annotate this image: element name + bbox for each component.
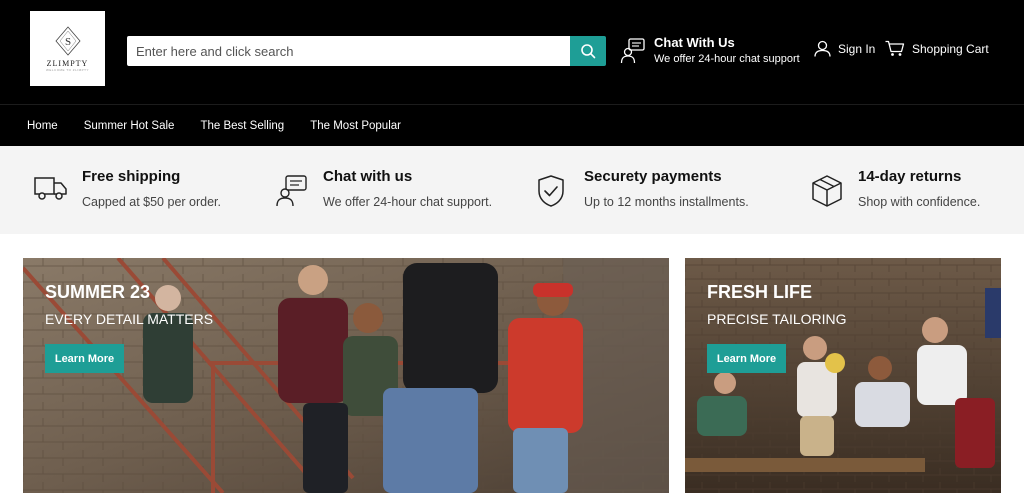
- logo-emblem-icon: S: [54, 25, 81, 56]
- shield-check-icon: [538, 175, 564, 207]
- brand-logo[interactable]: S ZLIMPTY WELCOME TO ZLIMPTY: [30, 11, 105, 86]
- cart-icon: [885, 40, 905, 56]
- brand-tagline: WELCOME TO ZLIMPTY: [46, 67, 89, 72]
- learn-more-button[interactable]: Learn More: [45, 344, 124, 373]
- chat-support-icon: [276, 175, 307, 207]
- sign-in-label: Sign In: [838, 41, 876, 56]
- feature-text: Capped at $50 per order.: [82, 195, 221, 209]
- feature-title: 14-day returns: [858, 168, 962, 185]
- nav-item-most-popular[interactable]: The Most Popular: [310, 120, 401, 132]
- banner-subtitle: EVERY DETAIL MATTERS: [45, 311, 214, 327]
- search-button[interactable]: [570, 36, 606, 66]
- feature-title: Free shipping: [82, 168, 181, 185]
- header-chat-subtitle: We offer 24-hour chat support: [654, 53, 800, 65]
- banner-summer[interactable]: SUMMER 23 EVERY DETAIL MATTERS Learn Mor…: [23, 258, 669, 493]
- main-nav: Home Summer Hot Sale The Best Selling Th…: [0, 104, 1024, 146]
- nav-item-summer-hot-sale[interactable]: Summer Hot Sale: [84, 120, 175, 132]
- banner-title: FRESH LIFE: [707, 282, 813, 302]
- box-icon: [812, 175, 842, 207]
- banner-subtitle: PRECISE TAILORING: [707, 311, 847, 327]
- shopping-cart-link[interactable]: Shopping Cart: [885, 40, 989, 57]
- shopping-cart-label: Shopping Cart: [912, 41, 989, 56]
- feature-text: We offer 24-hour chat support.: [323, 195, 493, 209]
- nav-item-best-selling[interactable]: The Best Selling: [200, 120, 284, 132]
- header-chat-link[interactable]: Chat With Us We offer 24-hour chat suppo…: [620, 35, 800, 67]
- feature-title: Securety payments: [584, 168, 722, 185]
- svg-text:S: S: [64, 36, 70, 48]
- chat-support-icon: [620, 38, 645, 64]
- feature-returns: 14-day returns Shop with confidence.: [810, 166, 980, 216]
- user-icon: [814, 40, 831, 57]
- header-chat-title: Chat With Us: [654, 35, 735, 50]
- search-icon: [581, 44, 596, 59]
- feature-text: Up to 12 months installments.: [584, 195, 749, 209]
- brand-name: ZLIMPTY: [46, 58, 89, 68]
- banner-fresh-life[interactable]: FRESH LIFE PRECISE TAILORING Learn More: [685, 258, 1001, 493]
- nav-item-home[interactable]: Home: [27, 120, 58, 132]
- feature-free-shipping: Free shipping Capped at $50 per order.: [34, 166, 221, 216]
- learn-more-button[interactable]: Learn More: [707, 344, 786, 373]
- top-header: S ZLIMPTY WELCOME TO ZLIMPTY Chat With U…: [0, 0, 1024, 104]
- search-input[interactable]: [127, 36, 570, 66]
- search-bar: [127, 36, 606, 66]
- features-strip: Free shipping Capped at $50 per order. C…: [0, 146, 1024, 234]
- truck-icon: [34, 177, 67, 200]
- feature-title: Chat with us: [323, 168, 413, 185]
- banner-title: SUMMER 23: [45, 282, 151, 302]
- sign-in-link[interactable]: Sign In: [814, 40, 875, 57]
- feature-secure-payments: Securety payments Up to 12 months instal…: [536, 166, 749, 216]
- feature-text: Shop with confidence.: [858, 195, 981, 209]
- feature-chat: Chat with us We offer 24-hour chat suppo…: [275, 166, 492, 216]
